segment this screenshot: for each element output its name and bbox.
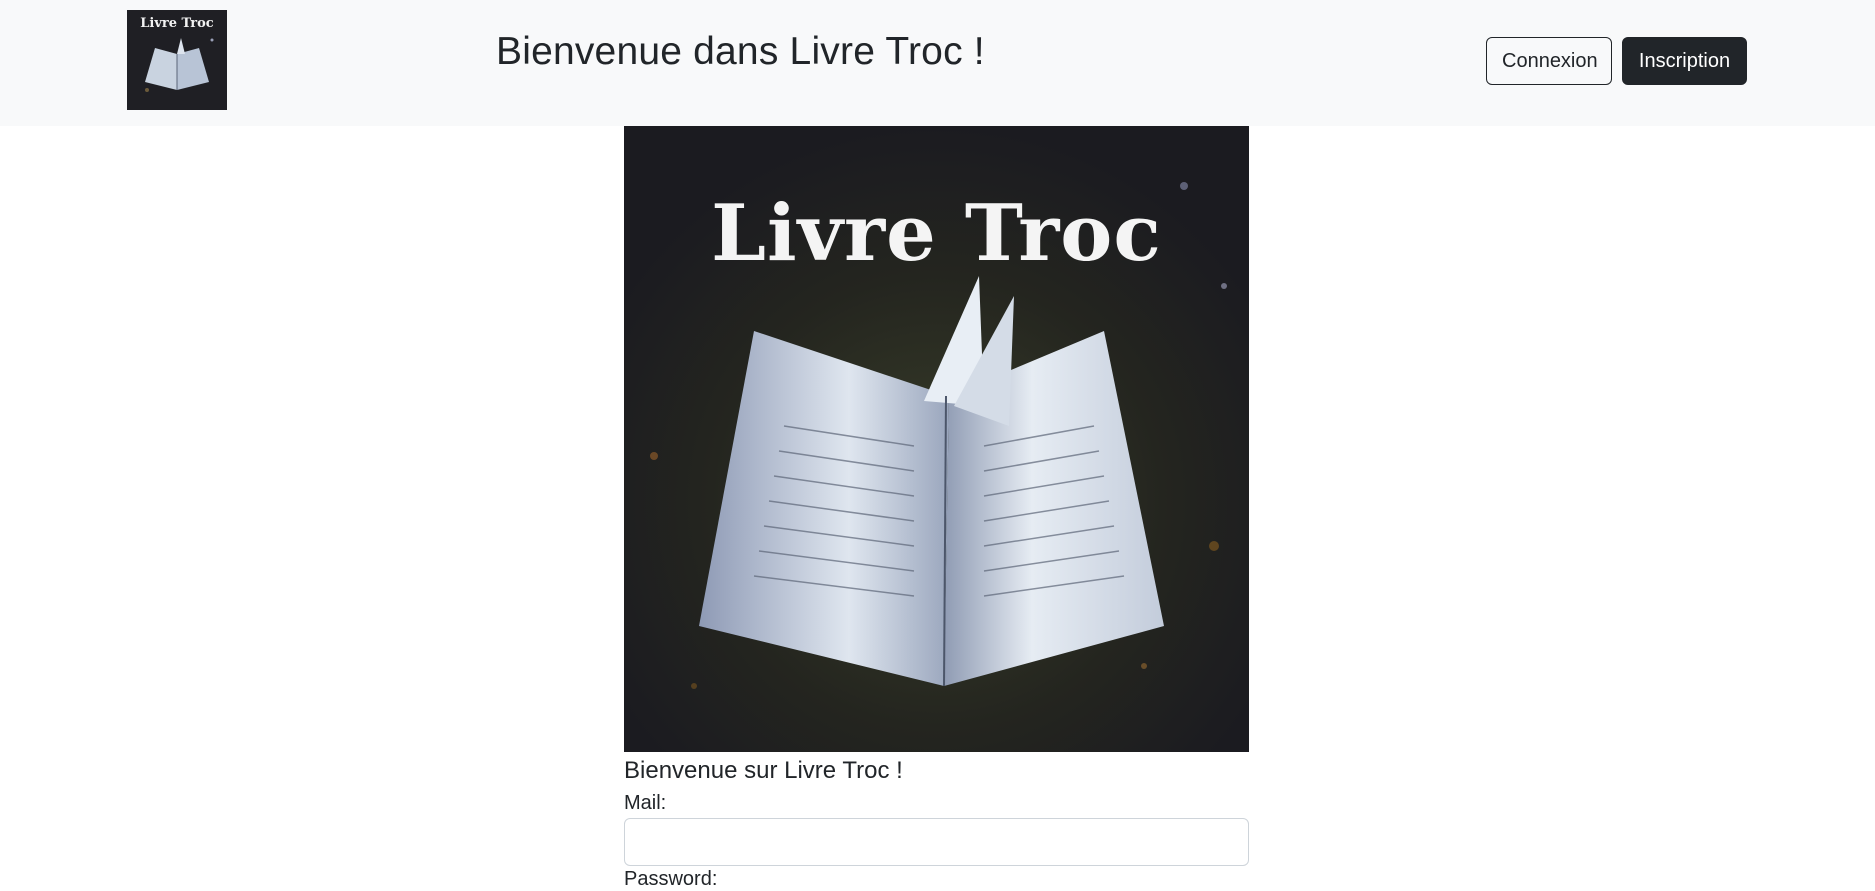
hero-image: Livre Troc [624,126,1249,752]
page-title: Bienvenue dans Livre Troc ! [496,30,985,73]
form-heading: Bienvenue sur Livre Troc ! [624,757,903,784]
hero-title: Livre Troc [711,188,1162,279]
mail-label: Mail: [624,792,667,814]
password-label: Password: [624,868,718,890]
signup-button[interactable]: Inscription [1622,37,1747,85]
mail-input[interactable] [624,818,1249,866]
login-button[interactable]: Connexion [1486,37,1612,85]
logo-text: Livre Troc [140,16,214,31]
navbar: Livre Troc Bienvenue dans Livre Troc ! C… [0,0,1875,126]
logo-link[interactable]: Livre Troc [127,10,227,110]
